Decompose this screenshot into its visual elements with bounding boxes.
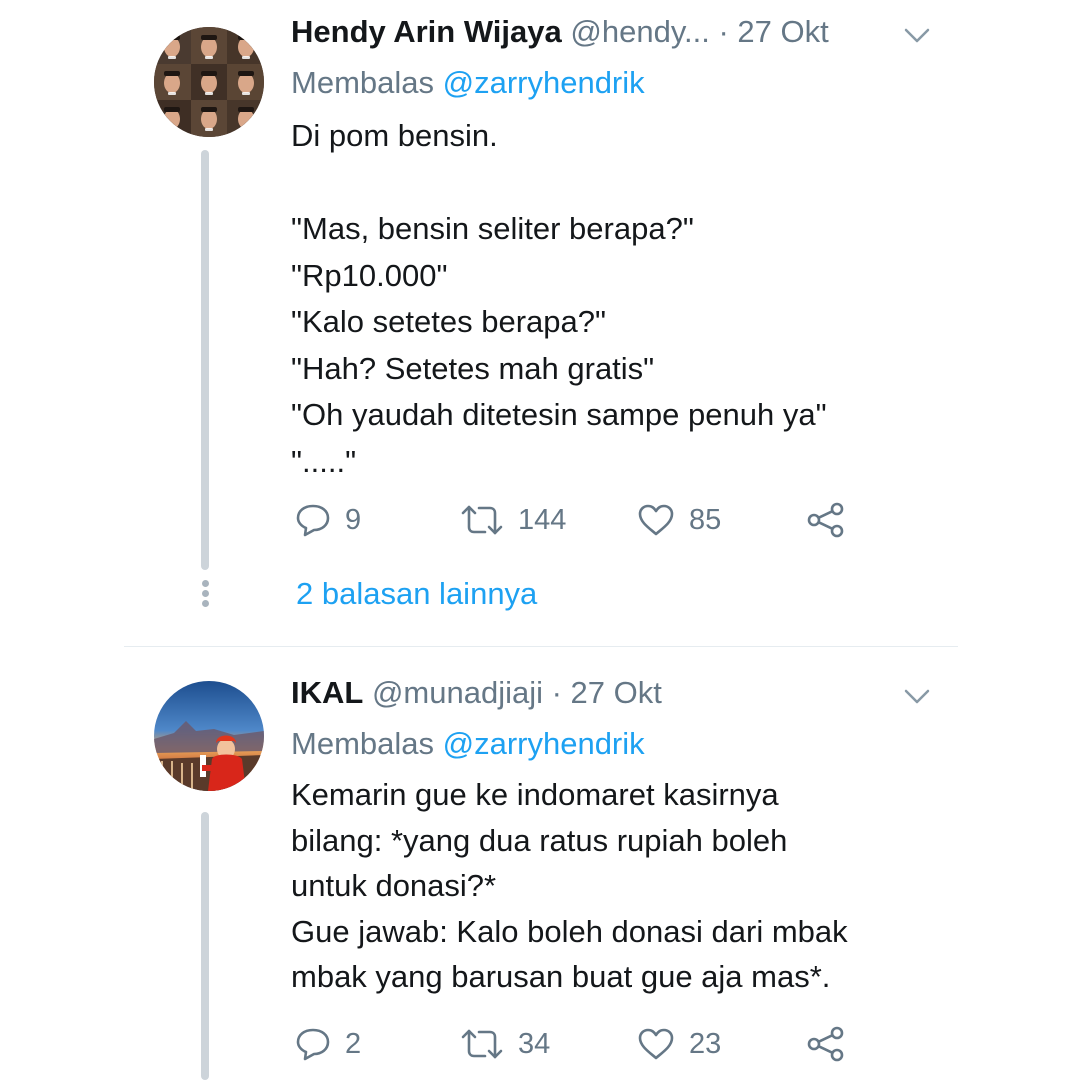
like-count: 23	[689, 1028, 722, 1060]
reply-mention-link[interactable]: @zarryhendrik	[443, 726, 645, 761]
heart-icon	[638, 1028, 674, 1060]
like-count: 85	[689, 504, 722, 536]
retweet-count: 144	[518, 504, 567, 536]
more-replies-link[interactable]: 2 balasan lainnya	[296, 574, 537, 614]
reply-button[interactable]: 9	[295, 503, 361, 537]
tweet-header: Hendy Arin Wijaya @hendy... · 27 Okt	[291, 14, 829, 50]
retweet-count: 34	[518, 1028, 551, 1060]
chevron-down-icon[interactable]	[903, 688, 931, 706]
retweet-icon	[461, 1029, 503, 1059]
like-button[interactable]: 85	[637, 503, 721, 537]
retweet-button[interactable]: 34	[460, 1027, 550, 1061]
tweet-text: Kemarin gue ke indomaret kasirnya bilang…	[291, 777, 848, 994]
username[interactable]: @hendy...	[570, 14, 709, 49]
share-button[interactable]	[806, 1026, 846, 1062]
reply-mention-link[interactable]: @zarryhendrik	[443, 65, 645, 100]
retweet-button[interactable]: 144	[460, 503, 566, 537]
reply-prefix: Membalas	[291, 726, 443, 761]
reply-icon	[296, 1028, 330, 1061]
reply-button[interactable]: 2	[295, 1027, 361, 1061]
share-icon	[807, 1026, 844, 1062]
tweet-text: Di pom bensin. "Mas, bensin seliter bera…	[291, 118, 827, 479]
divider	[124, 646, 958, 647]
username[interactable]: @munadjiaji	[372, 675, 543, 710]
share-button[interactable]	[806, 502, 846, 538]
chevron-down-icon[interactable]	[903, 27, 931, 45]
timestamp[interactable]: · 27 Okt	[719, 14, 829, 49]
reply-context: Membalas @zarryhendrik	[291, 726, 645, 762]
reply-count: 9	[345, 504, 362, 536]
avatar[interactable]	[154, 27, 264, 137]
thread-line	[201, 150, 209, 570]
display-name[interactable]: IKAL	[291, 675, 363, 710]
more-replies-dots-icon[interactable]	[199, 580, 211, 610]
retweet-icon	[461, 505, 503, 535]
display-name[interactable]: Hendy Arin Wijaya	[291, 14, 562, 49]
tweet-header: IKAL @munadjiaji · 27 Okt	[291, 675, 662, 711]
share-icon	[807, 502, 844, 538]
like-button[interactable]: 23	[637, 1027, 721, 1061]
heart-icon	[638, 504, 674, 536]
avatar[interactable]	[154, 681, 264, 791]
thread-line	[201, 812, 209, 1080]
reply-prefix: Membalas	[291, 65, 443, 100]
timestamp[interactable]: · 27 Okt	[552, 675, 662, 710]
reply-icon	[296, 504, 330, 537]
reply-context: Membalas @zarryhendrik	[291, 65, 645, 101]
reply-count: 2	[345, 1028, 362, 1060]
